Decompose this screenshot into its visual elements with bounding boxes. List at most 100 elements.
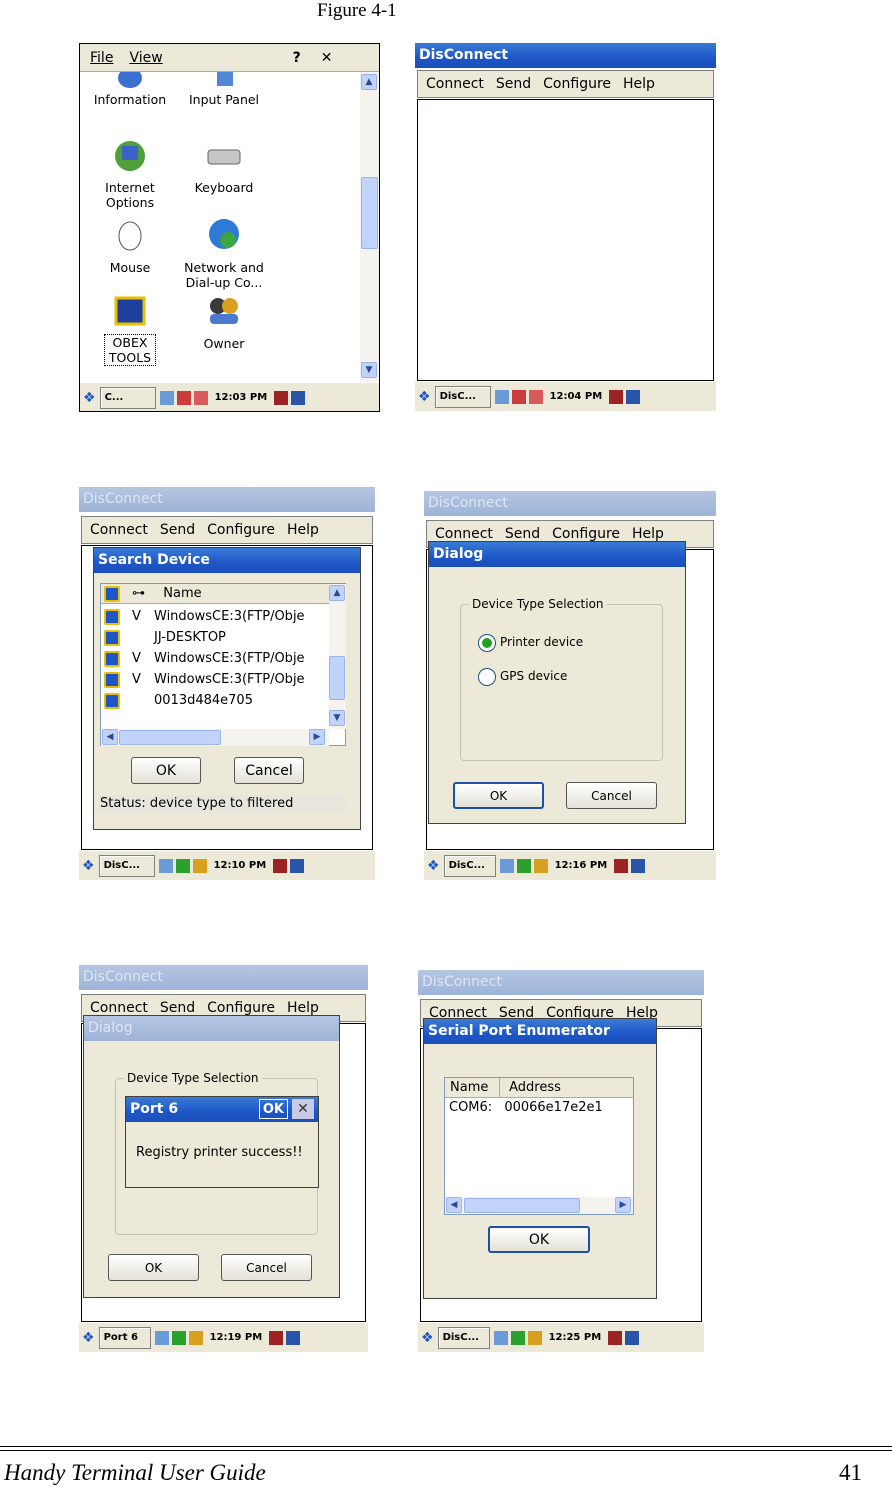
menu-help[interactable]: Help xyxy=(287,1000,319,1016)
message-ok-button[interactable]: OK xyxy=(258,1099,288,1119)
hscroll-thumb[interactable] xyxy=(119,730,221,745)
menu-view[interactable]: View xyxy=(129,50,162,66)
close-icon[interactable]: ✕ xyxy=(292,1099,314,1119)
list-hscroll[interactable]: ◀ ▶ xyxy=(101,729,329,746)
menu-help[interactable]: Help xyxy=(287,522,319,538)
scroll-up-arrow[interactable]: ▲ xyxy=(329,585,345,601)
network-tray-icon xyxy=(159,390,174,405)
port-list[interactable]: Name Address COM6: 00066e17e2e1 ◀ ▶ xyxy=(444,1077,634,1215)
input-tray-icon[interactable] xyxy=(608,1330,623,1345)
cp-item-input-panel[interactable]: Input Panel xyxy=(176,72,272,122)
menu-configure[interactable]: Configure xyxy=(207,522,275,538)
cp-item-internet-options[interactable]: Internet Options xyxy=(82,138,178,218)
column-name[interactable]: Name xyxy=(450,1078,500,1098)
input-tray-icon[interactable] xyxy=(274,390,289,405)
menu-send[interactable]: Send xyxy=(505,526,540,542)
windows-tray-icon[interactable] xyxy=(626,389,641,404)
scroll-right-arrow[interactable]: ▶ xyxy=(309,729,325,745)
cancel-button[interactable]: Cancel xyxy=(221,1254,312,1281)
task-button[interactable]: DisC... xyxy=(434,385,491,408)
input-panel-icon xyxy=(217,72,233,86)
ok-button[interactable]: OK xyxy=(488,1226,590,1253)
cp-item-mouse[interactable]: Mouse xyxy=(82,216,178,296)
input-tray-icon[interactable] xyxy=(614,858,629,873)
device-list[interactable]: ⊶ Name V WindowsCE:3(FTP/Obje JJ-DESKTOP V W… xyxy=(100,583,346,746)
windows-tray-icon[interactable] xyxy=(291,390,306,405)
input-tray-icon[interactable] xyxy=(273,858,288,873)
table-row[interactable]: JJ-DESKTOP xyxy=(101,627,329,648)
input-tray-icon[interactable] xyxy=(609,389,624,404)
list-item[interactable]: COM6: 00066e17e2e1 xyxy=(449,1100,603,1115)
task-button[interactable]: C... xyxy=(99,386,156,409)
start-icon[interactable]: ❖ xyxy=(82,1330,95,1346)
menu-help[interactable]: Help xyxy=(623,76,655,92)
ok-button[interactable]: OK xyxy=(131,757,201,784)
gps-device-radio[interactable] xyxy=(478,668,496,686)
start-icon[interactable]: ❖ xyxy=(427,858,440,874)
printer-device-radio[interactable] xyxy=(478,634,496,652)
cp-item-obex[interactable]: OBEX TOOLS xyxy=(82,294,178,370)
start-icon[interactable]: ❖ xyxy=(83,390,96,406)
windows-tray-icon[interactable] xyxy=(631,858,646,873)
column-address[interactable]: Address xyxy=(509,1080,561,1095)
start-icon[interactable]: ❖ xyxy=(421,1330,434,1346)
scroll-right-arrow[interactable]: ▶ xyxy=(615,1197,631,1213)
input-tray-icon[interactable] xyxy=(269,1330,284,1345)
column-name[interactable]: Name xyxy=(163,586,201,601)
cp-item-information[interactable]: Information xyxy=(82,72,178,122)
scroll-thumb[interactable] xyxy=(361,177,378,249)
help-button[interactable]: ? xyxy=(293,50,301,66)
cp-scrollbar[interactable]: ▲ ▼ xyxy=(360,72,379,382)
battery-tray-icon xyxy=(176,390,191,405)
scroll-up-arrow[interactable]: ▲ xyxy=(361,74,377,90)
windows-tray-icon[interactable] xyxy=(286,1330,301,1345)
task-button[interactable]: DisC... xyxy=(98,854,155,877)
cp-item-owner[interactable]: Owner xyxy=(176,294,272,370)
clock: 12:10 PM xyxy=(213,860,267,871)
task-button[interactable]: DisC... xyxy=(437,1326,490,1349)
task-button[interactable]: DisC... xyxy=(443,854,496,877)
table-row[interactable]: V WindowsCE:3(FTP/Obje xyxy=(101,669,329,690)
table-row[interactable]: V WindowsCE:3(FTP/Obje xyxy=(101,606,329,627)
scroll-thumb[interactable] xyxy=(329,656,345,700)
message-title: Port 6 OK ✕ xyxy=(126,1097,318,1122)
table-row[interactable]: 0013d484e705 xyxy=(101,690,329,711)
windows-tray-icon[interactable] xyxy=(625,1330,640,1345)
window-title: DisConnect xyxy=(418,970,704,995)
list-hscroll[interactable]: ◀ ▶ xyxy=(445,1197,633,1214)
cp-item-network[interactable]: Network and Dial-up Co... xyxy=(176,216,272,296)
cp-item-keyboard[interactable]: Keyboard xyxy=(176,138,272,218)
menu-connect[interactable]: Connect xyxy=(90,522,148,538)
list-vscroll[interactable]: ▲ ▼ xyxy=(329,584,346,729)
start-icon[interactable]: ❖ xyxy=(82,858,95,874)
menu-help[interactable]: Help xyxy=(632,526,664,542)
menu-configure[interactable]: Configure xyxy=(552,526,620,542)
cancel-button[interactable]: Cancel xyxy=(566,782,657,809)
ok-button[interactable]: OK xyxy=(108,1254,199,1281)
table-row[interactable]: V WindowsCE:3(FTP/Obje xyxy=(101,648,329,669)
menu-file[interactable]: File xyxy=(90,50,113,66)
menu-connect[interactable]: Connect xyxy=(435,526,493,542)
close-button[interactable]: ✕ xyxy=(321,50,333,66)
footer-title: Handy Terminal User Guide xyxy=(4,1460,266,1485)
menu-send[interactable]: Send xyxy=(160,1000,195,1016)
scroll-down-arrow[interactable]: ▼ xyxy=(361,362,377,378)
menu-send[interactable]: Send xyxy=(496,76,531,92)
menu-send[interactable]: Send xyxy=(160,522,195,538)
scroll-down-arrow[interactable]: ▼ xyxy=(329,710,345,726)
ok-button[interactable]: OK xyxy=(453,782,544,809)
windows-tray-icon[interactable] xyxy=(290,858,305,873)
usb-tray-icon xyxy=(192,858,207,873)
menu-configure[interactable]: Configure xyxy=(207,1000,275,1016)
menu-configure[interactable]: Configure xyxy=(543,76,611,92)
usb-tray-icon xyxy=(527,1330,542,1345)
cancel-button[interactable]: Cancel xyxy=(234,757,304,784)
scroll-left-arrow[interactable]: ◀ xyxy=(102,729,118,745)
start-icon[interactable]: ❖ xyxy=(418,389,431,405)
task-button[interactable]: Port 6 xyxy=(98,1326,151,1349)
menu-connect[interactable]: Connect xyxy=(426,76,484,92)
menu-connect[interactable]: Connect xyxy=(90,1000,148,1016)
hscroll-thumb[interactable] xyxy=(464,1198,580,1213)
network-tray-icon xyxy=(158,858,173,873)
scroll-left-arrow[interactable]: ◀ xyxy=(446,1197,462,1213)
